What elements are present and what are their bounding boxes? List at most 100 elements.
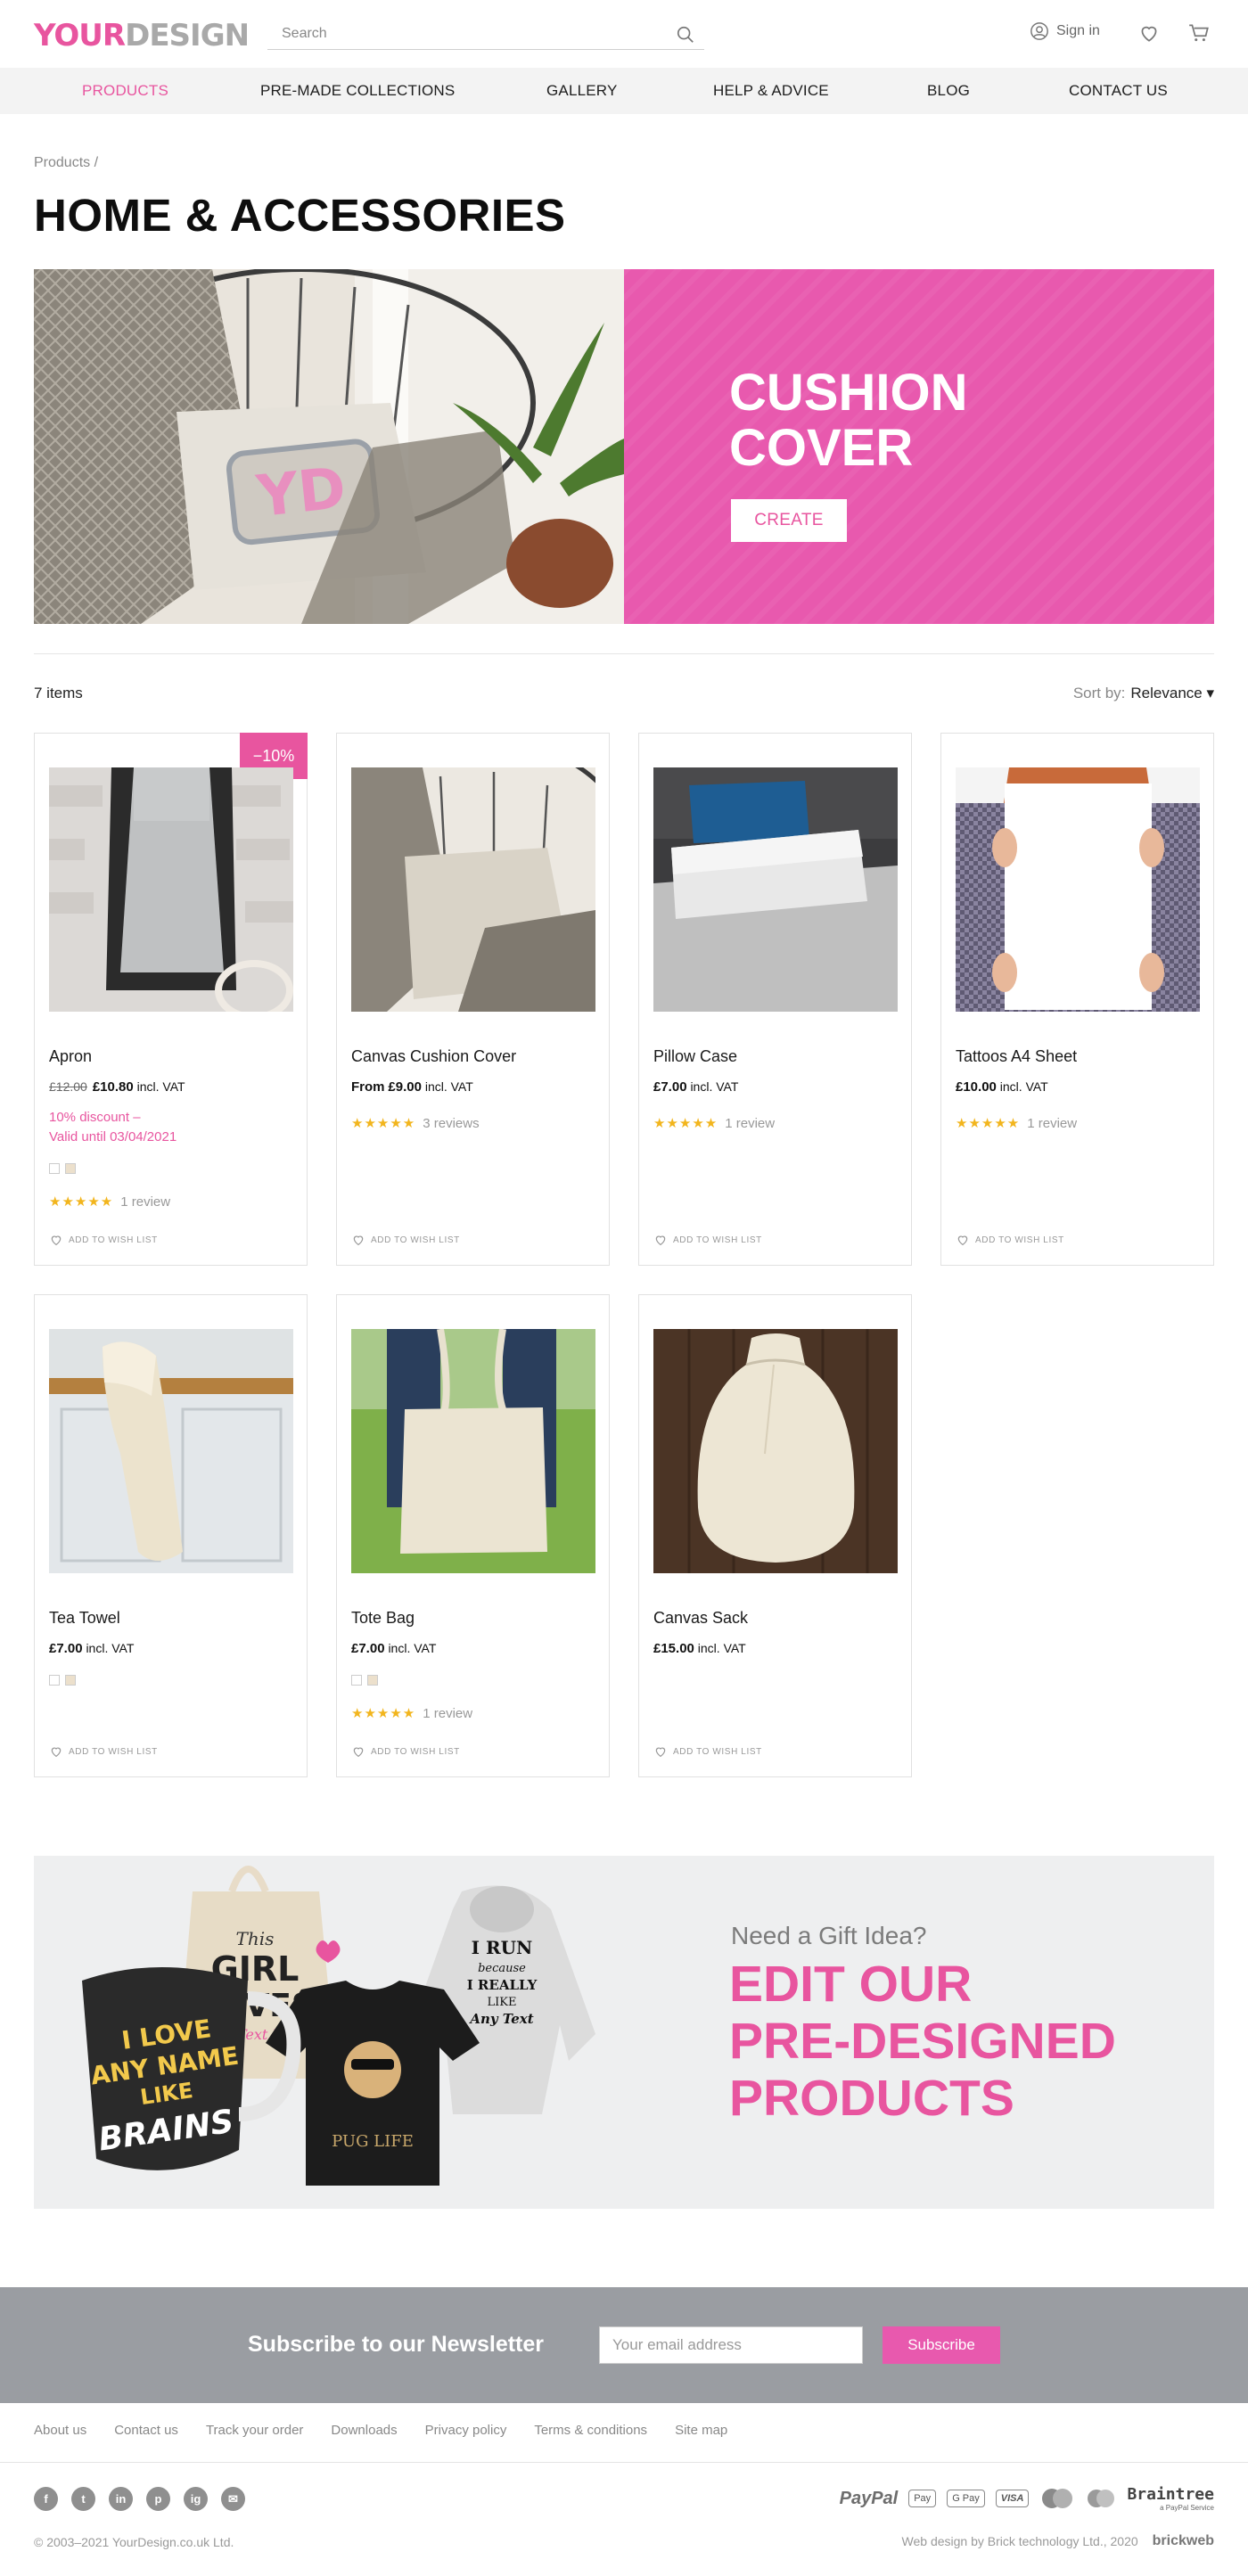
user-icon: [1030, 22, 1048, 40]
cart-icon[interactable]: [1187, 21, 1211, 45]
product-name[interactable]: Tattoos A4 Sheet: [956, 1047, 1077, 1066]
footer-link-contact-us[interactable]: Contact us: [114, 2423, 178, 2438]
footer-link-about-us[interactable]: About us: [34, 2423, 86, 2438]
main-nav: PRODUCTS PRE-MADE COLLECTIONS GALLERY HE…: [0, 68, 1248, 114]
paypal-logo: PayPal: [839, 2488, 899, 2508]
product-image[interactable]: [49, 767, 293, 1012]
product-card-canvas-sack[interactable]: Canvas Sack £15.00 incl. VAT ADD TO WISH…: [638, 1294, 912, 1777]
product-card-apron[interactable]: −10% Apron £12.00 £10.80 incl. VAT 10% di…: [34, 733, 308, 1266]
footer-link-site-map[interactable]: Site map: [675, 2423, 727, 2438]
rating: ★★★★★ 3 reviews: [351, 1116, 480, 1131]
product-card-canvas-cushion-cover[interactable]: Canvas Cushion Cover From £9.00 incl. VA…: [336, 733, 610, 1266]
newsletter-title: Subscribe to our Newsletter: [248, 2332, 545, 2357]
nav-blog[interactable]: BLOG: [927, 82, 970, 100]
product-name[interactable]: Canvas Sack: [653, 1609, 748, 1628]
linkedin-icon[interactable]: in: [109, 2487, 133, 2511]
facebook-icon[interactable]: f: [34, 2487, 58, 2511]
add-to-wish-list[interactable]: ADD TO WISH LIST: [351, 1233, 460, 1247]
instagram-icon[interactable]: ig: [184, 2487, 208, 2511]
product-name[interactable]: Pillow Case: [653, 1047, 737, 1066]
add-to-wish-list[interactable]: ADD TO WISH LIST: [49, 1233, 158, 1247]
swatch-white[interactable]: [49, 1163, 60, 1174]
sort-dropdown[interactable]: Sort by: Relevance ▾: [1073, 685, 1214, 702]
sign-in-link[interactable]: Sign in: [1030, 21, 1100, 41]
heart-icon: [353, 1235, 364, 1246]
product-image[interactable]: [351, 1329, 595, 1573]
promo-title: EDIT OUR PRE-DESIGNED PRODUCTS: [729, 1956, 1116, 2127]
breadcrumb[interactable]: Products /: [34, 155, 98, 171]
svg-text:Any Text: Any Text: [468, 2011, 533, 2027]
nav-help-advice[interactable]: HELP & ADVICE: [713, 82, 829, 100]
product-name[interactable]: Tote Bag: [351, 1609, 415, 1628]
product-card-tattoos-a4-sheet[interactable]: Tattoos A4 Sheet £10.00 incl. VAT ★★★★★ 1…: [940, 733, 1214, 1266]
add-to-wish-list[interactable]: ADD TO WISH LIST: [49, 1744, 158, 1759]
subscribe-button[interactable]: Subscribe: [883, 2326, 1000, 2364]
footer-divider: [0, 2462, 1248, 2463]
product-image[interactable]: [49, 1329, 293, 1573]
nav-contact-us[interactable]: CONTACT US: [1069, 82, 1168, 100]
product-price: £7.00 incl. VAT: [351, 1641, 437, 1656]
swatch-natural[interactable]: [65, 1675, 76, 1686]
nav-products[interactable]: PRODUCTS: [82, 82, 168, 100]
pillow-case-photo: [653, 767, 898, 1012]
footer-link-track-order[interactable]: Track your order: [206, 2423, 303, 2438]
product-name[interactable]: Canvas Cushion Cover: [351, 1047, 516, 1066]
rating: ★★★★★ 1 review: [49, 1194, 171, 1210]
add-to-wish-list[interactable]: ADD TO WISH LIST: [351, 1744, 460, 1759]
google-pay-logo: G Pay: [947, 2490, 985, 2507]
product-name[interactable]: Apron: [49, 1047, 92, 1066]
product-image[interactable]: [653, 1329, 898, 1573]
copyright: © 2003–2021 YourDesign.co.uk Ltd.: [34, 2535, 234, 2549]
design-credit[interactable]: Web design by Brick technology Ltd., 202…: [902, 2533, 1214, 2549]
create-button[interactable]: CREATE: [731, 499, 847, 542]
add-to-wish-list[interactable]: ADD TO WISH LIST: [653, 1233, 762, 1247]
product-card-pillow-case[interactable]: Pillow Case £7.00 incl. VAT ★★★★★ 1 revie…: [638, 733, 912, 1266]
search-icon[interactable]: [676, 25, 695, 45]
footer-link-privacy-policy[interactable]: Privacy policy: [425, 2423, 507, 2438]
footer-link-downloads[interactable]: Downloads: [331, 2423, 397, 2438]
swatch-white[interactable]: [351, 1675, 362, 1686]
heart-icon: [957, 1235, 968, 1246]
swatch-natural[interactable]: [367, 1675, 378, 1686]
social-links: f t in p ig ✉: [34, 2487, 245, 2511]
heart-icon: [655, 1235, 666, 1246]
page-title: HOME & ACCESSORIES: [34, 190, 566, 241]
search-input[interactable]: [267, 20, 660, 48]
email-icon[interactable]: ✉: [221, 2487, 245, 2511]
banner-promo-panel: CUSHION COVER CREATE: [624, 269, 1214, 624]
promo-banner[interactable]: This GIRL LOVES Any Text Here I RUN beca…: [34, 1856, 1214, 2209]
product-image[interactable]: [653, 767, 898, 1012]
banner-logo-text: YD: [253, 455, 349, 530]
apple-pay-logo: Pay: [908, 2490, 937, 2507]
gift-products-illustration: This GIRL LOVES Any Text Here I RUN beca…: [82, 1866, 595, 2186]
nav-pre-made-collections[interactable]: PRE-MADE COLLECTIONS: [260, 82, 455, 100]
search-bar: [267, 20, 704, 50]
item-count: 7 items: [34, 685, 83, 701]
heart-icon: [655, 1747, 666, 1758]
product-card-tea-towel[interactable]: Tea Towel £7.00 incl. VAT ADD TO WISH LI…: [34, 1294, 308, 1777]
site-header: YOURDESIGN Sign in: [0, 0, 1248, 68]
nav-gallery[interactable]: GALLERY: [546, 82, 618, 100]
rating: ★★★★★ 1 review: [351, 1706, 473, 1721]
product-image[interactable]: [956, 767, 1200, 1012]
tote-bag-photo: [351, 1329, 595, 1573]
twitter-icon[interactable]: t: [71, 2487, 95, 2511]
product-price: £7.00 incl. VAT: [49, 1641, 135, 1656]
maestro-logo: [1088, 2490, 1115, 2507]
heart-icon[interactable]: [1137, 21, 1161, 45]
apron-photo: [49, 767, 293, 1012]
site-logo[interactable]: YOURDESIGN: [34, 18, 250, 53]
product-card-tote-bag[interactable]: Tote Bag £7.00 incl. VAT ★★★★★ 1 review A…: [336, 1294, 610, 1777]
footer-link-terms[interactable]: Terms & conditions: [534, 2423, 647, 2438]
product-name[interactable]: Tea Towel: [49, 1609, 120, 1628]
add-to-wish-list[interactable]: ADD TO WISH LIST: [956, 1233, 1064, 1247]
svg-text:LIKE: LIKE: [488, 1996, 517, 2009]
pinterest-icon[interactable]: p: [146, 2487, 170, 2511]
product-image[interactable]: [351, 767, 595, 1012]
heart-icon: [353, 1747, 364, 1758]
swatch-natural[interactable]: [65, 1163, 76, 1174]
add-to-wish-list[interactable]: ADD TO WISH LIST: [653, 1744, 762, 1759]
swatch-white[interactable]: [49, 1675, 60, 1686]
product-price: £7.00 incl. VAT: [653, 1079, 739, 1095]
newsletter-email-input[interactable]: [599, 2326, 863, 2364]
